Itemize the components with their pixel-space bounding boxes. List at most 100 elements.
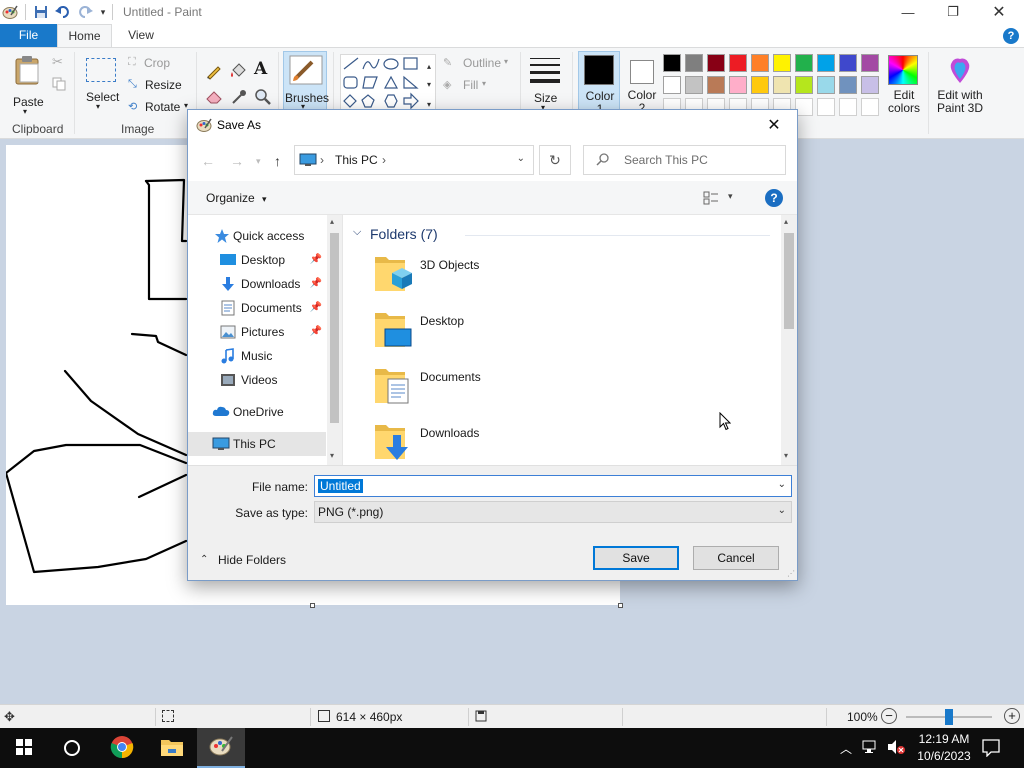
custom-color-slot[interactable] [861, 98, 879, 116]
folder-3d-objects[interactable]: 3D Objects [372, 251, 752, 303]
close-window-button[interactable]: ✕ [976, 0, 1022, 24]
forward-arrow-icon[interactable]: → [230, 153, 244, 169]
view-options-icon[interactable] [703, 191, 719, 208]
resize-grip-icon[interactable]: ⋰ [787, 569, 795, 578]
crop-button[interactable]: Crop [144, 56, 170, 70]
dialog-close-button[interactable]: ✕ [751, 110, 797, 140]
paste-button[interactable]: Paste ▾ [10, 53, 46, 125]
palette-swatch[interactable] [751, 54, 769, 72]
nav-item-quick-access[interactable]: Quick access [188, 224, 326, 248]
up-arrow-icon[interactable]: ↑ [274, 153, 281, 169]
network-icon[interactable] [862, 739, 880, 758]
file-list-scrollbar[interactable]: ▴ ▾ [781, 215, 797, 465]
palette-swatch[interactable] [861, 76, 879, 94]
collapse-chevron-icon[interactable]: ⌵ [353, 226, 361, 239]
nav-item-pictures[interactable]: Pictures 📌 [188, 320, 326, 344]
zoom-in-button[interactable]: + [1004, 708, 1020, 724]
palette-swatch[interactable] [773, 54, 791, 72]
fill-bucket-icon[interactable] [229, 62, 247, 83]
chevron-up-icon[interactable]: ︿ [840, 740, 852, 757]
scroll-down-icon[interactable]: ▾ [784, 451, 788, 460]
edit-colors-button[interactable]: Edit colors [884, 54, 924, 120]
nav-item-music[interactable]: Music [188, 344, 326, 368]
tab-file[interactable]: File [0, 24, 57, 47]
brushes-button[interactable]: Brushes ▾ [283, 51, 329, 113]
rotate-button[interactable]: Rotate [145, 100, 180, 114]
tab-view[interactable]: View [112, 24, 170, 47]
copy-icon[interactable] [52, 77, 66, 94]
palette-swatch[interactable] [839, 76, 857, 94]
file-name-input[interactable]: Untitled ⌄ [314, 475, 792, 497]
scrollbar-thumb[interactable] [784, 233, 794, 329]
resize-handle-bottom[interactable] [310, 603, 315, 608]
palette-swatch[interactable] [707, 54, 725, 72]
scrollbar-thumb[interactable] [330, 233, 339, 423]
help-icon[interactable]: ? [765, 189, 783, 207]
palette-swatch[interactable] [795, 76, 813, 94]
address-dropdown-icon[interactable]: ⌄ [517, 153, 525, 164]
undo-icon[interactable] [55, 4, 71, 20]
cortana-button[interactable] [48, 728, 96, 768]
chevron-up-icon[interactable]: ⌃ [200, 554, 208, 565]
tab-home[interactable]: Home [57, 24, 112, 47]
palette-swatch[interactable] [751, 76, 769, 94]
nav-item-onedrive[interactable]: OneDrive [188, 400, 326, 424]
search-box[interactable]: Search This PC [583, 145, 786, 175]
recent-locations-icon[interactable]: ▾ [256, 156, 261, 167]
palette-swatch[interactable] [817, 54, 835, 72]
minimize-button[interactable]: ― [885, 0, 931, 24]
nav-item-videos[interactable]: Videos [188, 368, 326, 392]
palette-swatch[interactable] [773, 76, 791, 94]
nav-item-documents[interactable]: Documents 📌 [188, 296, 326, 320]
palette-swatch[interactable] [795, 54, 813, 72]
folders-group-header[interactable]: Folders (7) [370, 226, 438, 242]
volume-muted-icon[interactable] [886, 739, 906, 758]
paint3d-button[interactable]: Edit with Paint 3D [932, 54, 988, 120]
scroll-up-icon[interactable]: ▴ [330, 217, 334, 226]
palette-swatch[interactable] [839, 54, 857, 72]
size-button[interactable]: Size ▾ [526, 54, 564, 116]
custom-color-slot[interactable] [839, 98, 857, 116]
palette-swatch[interactable] [861, 54, 879, 72]
palette-swatch[interactable] [817, 76, 835, 94]
breadcrumb-chevron-icon[interactable]: › [382, 153, 386, 167]
resize-handle-corner[interactable] [618, 603, 623, 608]
palette-swatch[interactable] [663, 54, 681, 72]
navigation-pane-scrollbar[interactable]: ▴ ▾ [327, 215, 342, 465]
text-tool-icon[interactable]: A [254, 59, 267, 79]
magnifier-icon[interactable] [254, 88, 272, 109]
help-icon[interactable]: ? [1003, 28, 1019, 44]
zoom-slider-thumb[interactable] [945, 709, 953, 725]
notifications-icon[interactable] [982, 739, 1000, 760]
redo-icon[interactable] [77, 4, 93, 20]
folder-documents[interactable]: Documents [372, 363, 752, 415]
scroll-down-icon[interactable]: ▾ [330, 451, 334, 460]
shapes-gallery[interactable]: ▴ ▾ ▾ [340, 54, 436, 112]
palette-swatch[interactable] [729, 76, 747, 94]
zoom-out-button[interactable]: − [881, 708, 897, 724]
chrome-taskbar-button[interactable] [98, 728, 146, 768]
save-button[interactable]: Save [593, 546, 679, 570]
save-icon[interactable] [33, 4, 49, 20]
file-name-dropdown-icon[interactable]: ⌄ [778, 479, 786, 490]
custom-color-slot[interactable] [817, 98, 835, 116]
file-explorer-taskbar-button[interactable] [148, 728, 196, 768]
cut-icon[interactable]: ✂ [52, 54, 63, 70]
start-button[interactable] [0, 728, 48, 768]
back-arrow-icon[interactable]: ← [201, 153, 215, 169]
nav-item-this-pc[interactable]: This PC [188, 432, 326, 456]
nav-item-downloads[interactable]: Downloads 📌 [188, 272, 326, 296]
palette-swatch[interactable] [663, 76, 681, 94]
eraser-icon[interactable] [205, 88, 223, 107]
palette-swatch[interactable] [707, 76, 725, 94]
organize-button[interactable]: Organize ▾ [206, 191, 267, 205]
pencil-icon[interactable] [205, 62, 223, 83]
address-this-pc[interactable]: This PC [335, 153, 378, 167]
color-picker-icon[interactable] [230, 88, 248, 109]
save-as-type-select[interactable]: PNG (*.png) ⌄ [314, 501, 792, 523]
palette-swatch[interactable] [729, 54, 747, 72]
folder-desktop[interactable]: Desktop [372, 307, 752, 359]
palette-swatch[interactable] [685, 54, 703, 72]
resize-button[interactable]: Resize [145, 78, 182, 92]
nav-item-desktop[interactable]: Desktop 📌 [188, 248, 326, 272]
